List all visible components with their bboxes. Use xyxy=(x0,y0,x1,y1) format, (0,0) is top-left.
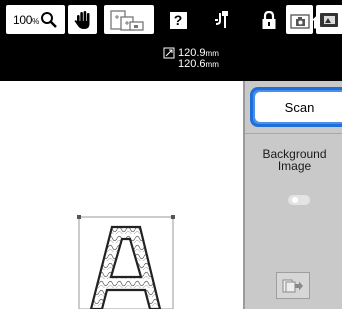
height-value: 120.6 xyxy=(178,58,206,70)
background-image-toggle[interactable] xyxy=(288,195,310,205)
toggle-knob xyxy=(292,197,298,203)
background-image-label: Background Image xyxy=(245,148,342,172)
frame-layout-button[interactable] xyxy=(104,5,154,34)
zoom-unit: % xyxy=(32,16,39,26)
send-arrow-icon xyxy=(282,279,303,292)
size-frame-icon xyxy=(163,47,175,59)
pan-button[interactable] xyxy=(68,5,97,34)
camera-frame-icon xyxy=(289,13,310,29)
scan-button-label: Scan xyxy=(255,92,342,122)
pattern-size-readout: 120.9mm 120.6mm xyxy=(160,46,230,76)
film-icon xyxy=(320,12,338,27)
magnifier-icon xyxy=(40,11,57,28)
zoom-level: 100% xyxy=(13,13,39,27)
height-unit: mm xyxy=(205,60,219,69)
height-readout: 120.6mm xyxy=(178,59,219,70)
frame-layout-icon xyxy=(110,9,144,31)
edit-canvas[interactable]: A xyxy=(0,81,243,309)
help-icon-label: ? xyxy=(169,11,187,29)
needle-icon[interactable] xyxy=(208,0,238,40)
zoom-button[interactable]: 100% xyxy=(6,5,65,34)
lock-icon[interactable] xyxy=(254,0,284,40)
scan-button[interactable]: Scan xyxy=(250,87,342,127)
side-panel: Scan Background Image xyxy=(243,81,342,309)
send-pattern-button[interactable] xyxy=(276,272,310,299)
zoom-value: 100 xyxy=(13,12,33,27)
embroidery-pattern[interactable] xyxy=(0,81,243,309)
hand-icon xyxy=(74,10,89,29)
width-unit: mm xyxy=(205,49,219,58)
panel-divider xyxy=(245,133,342,134)
background-label-line2: Image xyxy=(277,159,312,173)
capture-image-button[interactable] xyxy=(286,5,313,34)
help-icon[interactable]: ? xyxy=(163,0,193,40)
background-scan-button[interactable] xyxy=(316,5,342,34)
